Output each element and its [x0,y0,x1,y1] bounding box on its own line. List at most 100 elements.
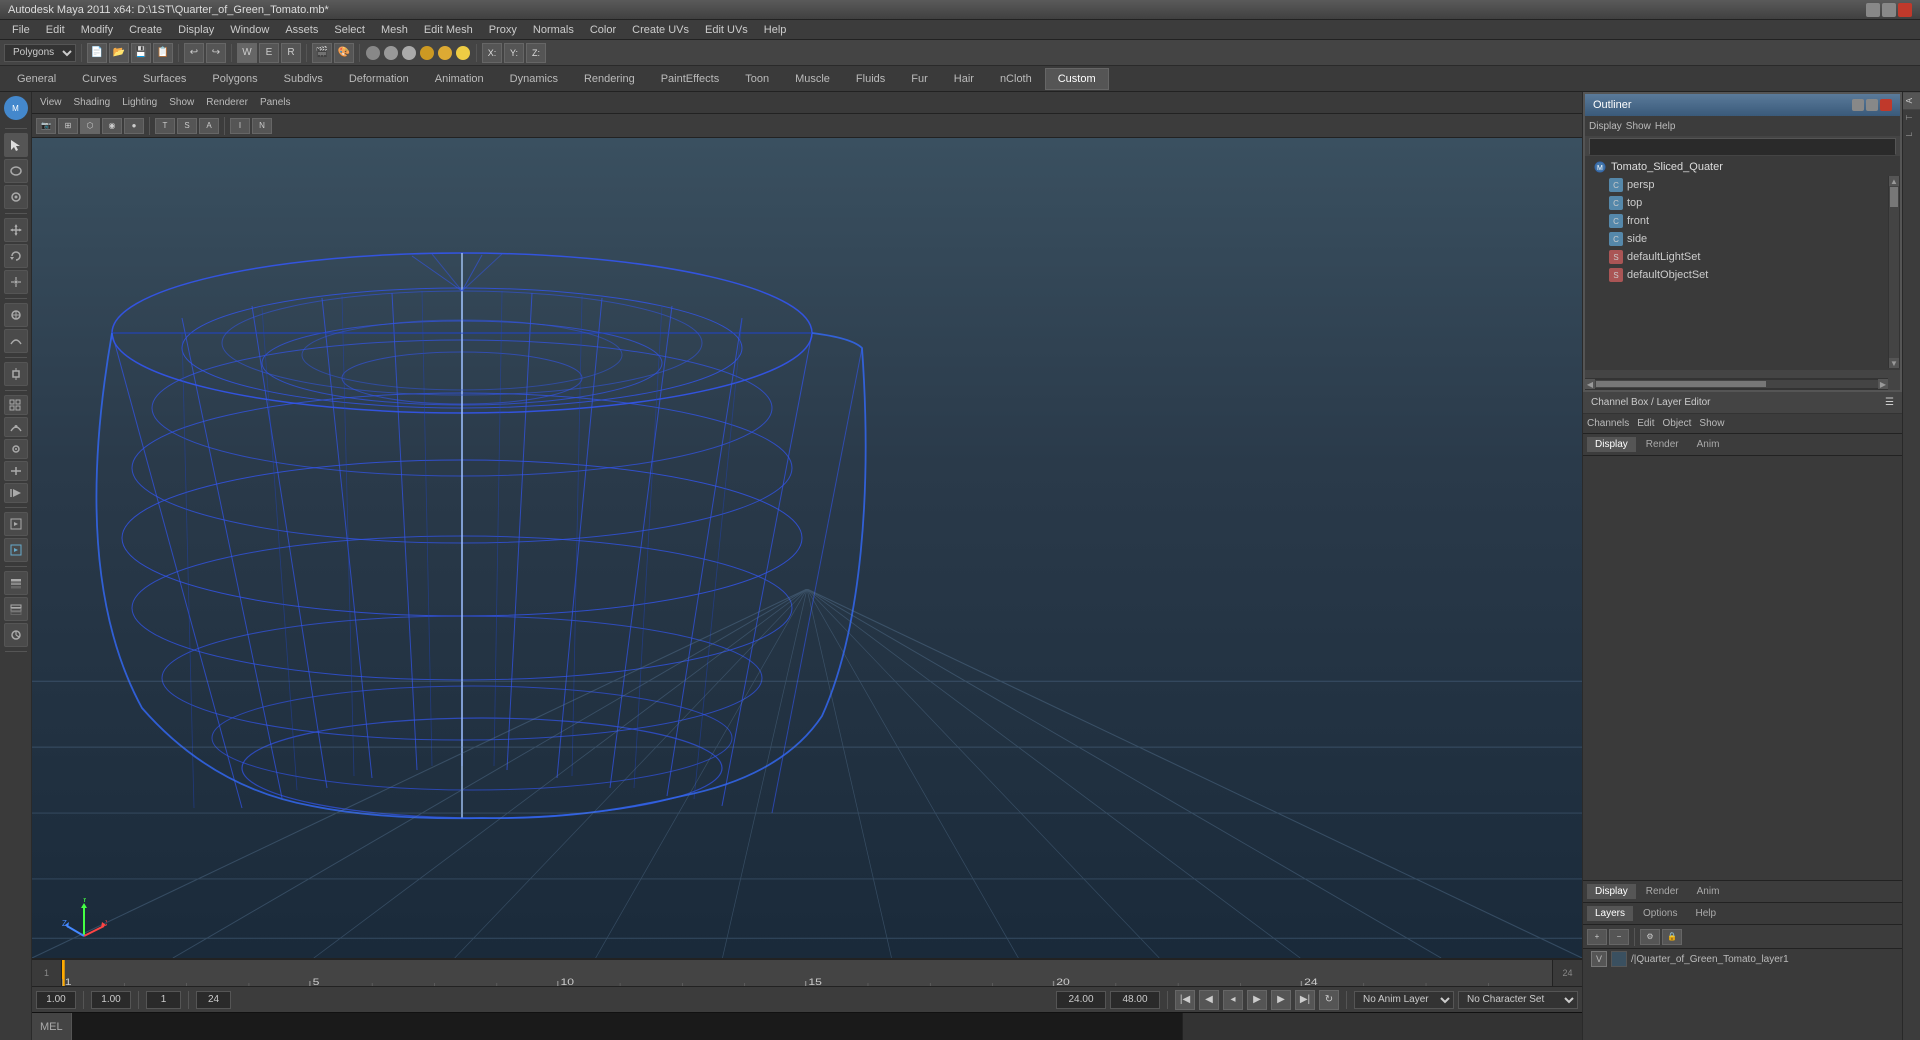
render-current-btn[interactable] [4,512,28,536]
outliner-hscroll-left[interactable]: ◀ [1585,379,1595,389]
snap-point-btn[interactable] [4,439,28,459]
grid-toggle-btn[interactable]: ⊞ [58,118,78,134]
save-btn[interactable]: 💾 [131,43,151,63]
render-layer-btn[interactable] [4,597,28,621]
save-as-btn[interactable]: 📋 [153,43,173,63]
outliner-item-lightset[interactable]: S defaultLightSet [1585,248,1900,266]
tab-rendering[interactable]: Rendering [571,68,648,90]
undo-btn[interactable]: ↩ [184,43,204,63]
menu-file[interactable]: File [4,22,38,38]
end-frame-input[interactable] [196,991,231,1009]
scale-btn[interactable]: R [281,43,301,63]
go-to-end-btn[interactable]: ▶| [1295,990,1315,1010]
open-btn[interactable]: 📂 [109,43,129,63]
tab-general[interactable]: General [4,68,69,90]
layer-item-0[interactable]: V /|Quarter_of_Green_Tomato_layer1 [1583,949,1902,969]
ipr-render-btn[interactable] [4,538,28,562]
vp-menu-shading[interactable]: Shading [74,97,111,108]
outliner-scroll-thumb[interactable] [1890,187,1898,207]
attr-tab-layer[interactable]: L [1903,126,1920,142]
outliner-hscroll-right[interactable]: ▶ [1878,379,1888,389]
outliner-scroll-down[interactable]: ▼ [1889,358,1899,368]
menu-create[interactable]: Create [121,22,170,38]
char-set-select[interactable]: No Character Set [1458,991,1578,1009]
anim-start-input[interactable] [1056,991,1106,1009]
snap-curve-btn[interactable] [4,417,28,437]
layer-subtab-layers[interactable]: Layers [1587,906,1633,921]
outliner-hscroll-thumb[interactable] [1596,381,1766,387]
layer-tab-render[interactable]: Render [1638,884,1687,899]
outliner-menu-show[interactable]: Show [1626,121,1651,132]
ambient-btn[interactable]: A [199,118,219,134]
outliner-menu-help[interactable]: Help [1655,121,1676,132]
layer-delete-btn[interactable]: − [1609,929,1629,945]
smooth-btn[interactable]: ◉ [102,118,122,134]
layer-subtab-help[interactable]: Help [1687,906,1724,921]
layer-visible-toggle[interactable]: V [1591,951,1607,967]
start-frame-input[interactable] [146,991,181,1009]
outliner-item-persp[interactable]: C persp [1585,176,1900,194]
outliner-maximize-btn[interactable] [1866,99,1878,111]
tab-dynamics[interactable]: Dynamics [497,68,571,90]
anim-layer-select[interactable]: No Anim Layer [1354,991,1454,1009]
outliner-close-btn[interactable] [1880,99,1892,111]
outliner-search-input[interactable] [1590,139,1895,155]
isolate-btn[interactable]: I [230,118,250,134]
layer-tab-anim[interactable]: Anim [1689,884,1728,899]
menu-normals[interactable]: Normals [525,22,582,38]
tab-surfaces[interactable]: Surfaces [130,68,199,90]
camera-btn[interactable]: 📷 [36,118,56,134]
attr-tab-tool[interactable]: T [1903,109,1920,126]
menu-modify[interactable]: Modify [73,22,121,38]
snap-grid-btn[interactable] [4,395,28,415]
cb-tab-render[interactable]: Render [1638,437,1687,452]
outliner-scrollbar[interactable]: ▲ ▼ [1888,176,1900,368]
cb-menu-show[interactable]: Show [1699,418,1724,429]
new-btn[interactable]: 📄 [87,43,107,63]
cmd-input[interactable] [72,1013,1182,1040]
play-back-btn[interactable]: ◂ [1223,990,1243,1010]
cb-tab-anim[interactable]: Anim [1689,437,1728,452]
outliner-scroll-up[interactable]: ▲ [1889,176,1899,186]
menu-assets[interactable]: Assets [277,22,326,38]
menu-edit-uvs[interactable]: Edit UVs [697,22,756,38]
no-backface-btn[interactable]: N [252,118,272,134]
mode-selector[interactable]: Polygons [4,44,76,62]
menu-proxy[interactable]: Proxy [481,22,525,38]
outliner-item-tomato[interactable]: M Tomato_Sliced_Quater [1585,158,1900,176]
layer-subtab-options[interactable]: Options [1635,906,1685,921]
paint-select-btn[interactable] [4,185,28,209]
outliner-hscrollbar[interactable]: ◀ ▶ [1585,378,1888,390]
cb-menu-edit[interactable]: Edit [1637,418,1654,429]
play-forward-btn[interactable]: ▶ [1247,990,1267,1010]
tab-fur[interactable]: Fur [898,68,941,90]
frame-step-input[interactable] [91,991,131,1009]
tab-curves[interactable]: Curves [69,68,130,90]
display-layer-btn[interactable] [4,571,28,595]
step-forward-btn[interactable]: ▶ [1271,990,1291,1010]
soft-mod-btn[interactable] [4,329,28,353]
scale-tool-btn[interactable] [4,270,28,294]
menu-select[interactable]: Select [326,22,373,38]
anim-end-input[interactable] [1110,991,1160,1009]
timeline-ruler[interactable]: 1 5 10 15 20 24 [62,959,1552,986]
loop-btn[interactable]: ↻ [1319,990,1339,1010]
tab-hair[interactable]: Hair [941,68,987,90]
menu-display[interactable]: Display [170,22,222,38]
tab-animation[interactable]: Animation [422,68,497,90]
render-btn[interactable]: 🎬 [312,43,332,63]
layer-options-btn[interactable]: ⚙ [1640,929,1660,945]
tab-polygons[interactable]: Polygons [199,68,270,90]
go-to-start-btn[interactable]: |◀ [1175,990,1195,1010]
tab-ncloth[interactable]: nCloth [987,68,1045,90]
cb-menu-channels[interactable]: Channels [1587,418,1629,429]
layer-lock-btn[interactable]: 🔒 [1662,929,1682,945]
tab-toon[interactable]: Toon [732,68,782,90]
wireframe-btn[interactable]: ⬡ [80,118,100,134]
tab-deformation[interactable]: Deformation [336,68,422,90]
step-back-btn[interactable]: ◀ [1199,990,1219,1010]
menu-mesh[interactable]: Mesh [373,22,416,38]
minimize-button[interactable] [1866,3,1880,17]
select-tool-btn[interactable] [4,133,28,157]
attr-tab-attr[interactable]: A [1903,92,1920,109]
